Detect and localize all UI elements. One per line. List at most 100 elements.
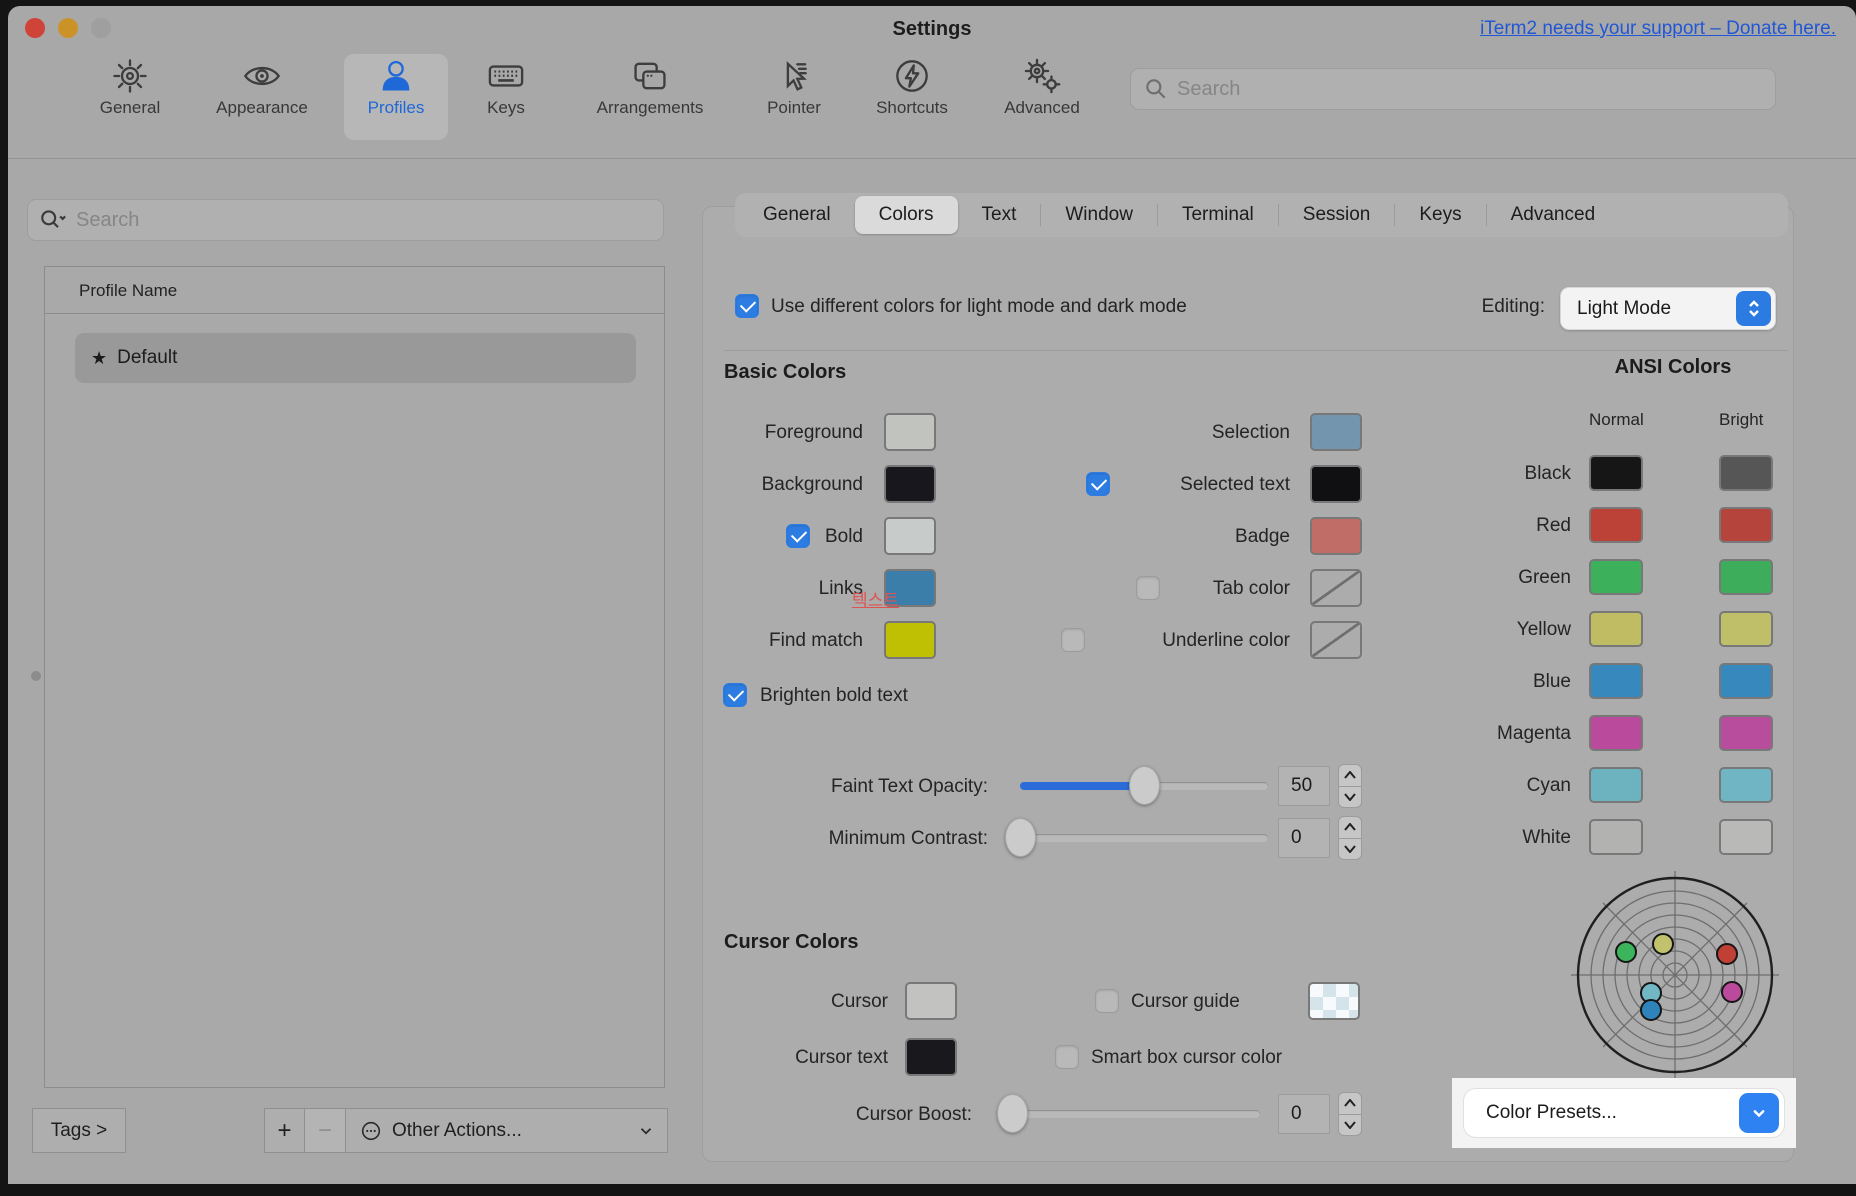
cursor-swatch[interactable] (905, 982, 957, 1020)
stepper-up-icon[interactable] (1338, 764, 1362, 787)
toolbar-item-profiles[interactable]: Profiles (346, 56, 446, 118)
slider-fill (1020, 782, 1144, 790)
tab-colors[interactable]: Colors (855, 196, 958, 234)
min-contrast-stepper[interactable] (1338, 816, 1362, 860)
settings-window: Settings iTerm2 needs your support – Don… (8, 6, 1856, 1184)
slider-knob[interactable] (997, 1094, 1028, 1133)
foreground-swatch[interactable] (884, 413, 936, 451)
toolbar-item-pointer[interactable]: Pointer (744, 56, 844, 118)
tab-color-swatch[interactable] (1310, 569, 1362, 607)
color-presets-dropdown[interactable]: Color Presets... (1463, 1088, 1785, 1138)
cursor-guide-checkbox[interactable] (1095, 989, 1119, 1013)
ansi-green-normal-swatch[interactable] (1589, 559, 1643, 595)
tab-color-checkbox[interactable] (1136, 576, 1160, 600)
ansi-yellow-bright-swatch[interactable] (1719, 611, 1773, 647)
toolbar-item-advanced[interactable]: Advanced (978, 56, 1106, 118)
toolbar-item-arrangements[interactable]: Arrangements (562, 56, 738, 118)
profile-actions-group: + − Other Actions... (264, 1108, 668, 1153)
tab-window[interactable]: Window (1041, 196, 1157, 234)
search-placeholder: Search (1177, 78, 1240, 101)
selection-swatch[interactable] (1310, 413, 1362, 451)
table-header-divider (45, 313, 664, 314)
tab-session[interactable]: Session (1279, 196, 1395, 234)
selected-text-checkbox[interactable] (1086, 472, 1110, 496)
toolbar-item-keys[interactable]: Keys (456, 56, 556, 118)
slider-track (1012, 1110, 1260, 1118)
toolbar-item-general[interactable]: General (80, 56, 180, 118)
color-wheel-dot[interactable] (1652, 933, 1674, 955)
cursor-text-swatch[interactable] (905, 1038, 957, 1076)
profile-row-default[interactable]: ★ Default (75, 333, 636, 383)
color-wheel-dot[interactable] (1716, 943, 1738, 965)
editing-label: Editing: (1445, 296, 1545, 318)
underline-color-swatch[interactable] (1310, 621, 1362, 659)
faint-opacity-value[interactable]: 50 (1278, 766, 1330, 806)
editing-mode-select[interactable]: Light Mode (1560, 287, 1776, 330)
ansi-white-normal-swatch[interactable] (1589, 819, 1643, 855)
toolbar-item-shortcuts[interactable]: Shortcuts (850, 56, 974, 118)
toolbar-search-input[interactable]: Search (1130, 68, 1776, 110)
ansi-cyan-normal-swatch[interactable] (1589, 767, 1643, 803)
faint-opacity-slider[interactable] (1020, 782, 1268, 790)
cursor-boost-value[interactable]: 0 (1278, 1094, 1330, 1134)
tab-advanced[interactable]: Advanced (1487, 196, 1620, 234)
slider-knob[interactable] (1005, 818, 1036, 857)
tags-button[interactable]: Tags > (32, 1108, 126, 1153)
profile-search-input[interactable]: Search (27, 199, 664, 241)
chevron-down-icon[interactable] (1739, 1093, 1779, 1133)
toolbar-item-appearance[interactable]: Appearance (184, 56, 340, 118)
ansi-black-normal-swatch[interactable] (1589, 455, 1643, 491)
min-contrast-slider[interactable] (1020, 834, 1268, 842)
bold-swatch[interactable] (884, 517, 936, 555)
ansi-magenta-normal-swatch[interactable] (1589, 715, 1643, 751)
ansi-blue-bright-swatch[interactable] (1719, 663, 1773, 699)
toolbar-item-label: Shortcuts (876, 98, 948, 118)
stepper-up-icon[interactable] (1338, 1092, 1362, 1115)
color-wheel-dot[interactable] (1721, 981, 1743, 1003)
ansi-cyan-bright-swatch[interactable] (1719, 767, 1773, 803)
tab-general[interactable]: General (739, 196, 855, 234)
brighten-bold-checkbox[interactable] (723, 683, 747, 707)
faint-opacity-stepper[interactable] (1338, 764, 1362, 808)
color-wheel[interactable] (1565, 865, 1785, 1085)
ansi-yellow-normal-swatch[interactable] (1589, 611, 1643, 647)
stepper-down-icon[interactable] (1338, 1115, 1362, 1137)
find-match-swatch[interactable] (884, 621, 936, 659)
other-actions-label: Other Actions... (392, 1120, 522, 1142)
selected-text-swatch[interactable] (1310, 465, 1362, 503)
profile-table: Profile Name ★ Default (44, 266, 665, 1088)
selected-text-label: Selected text (1120, 474, 1290, 496)
ansi-red-bright-swatch[interactable] (1719, 507, 1773, 543)
keyboard-icon (486, 56, 526, 96)
search-placeholder: Search (76, 209, 139, 232)
min-contrast-value[interactable]: 0 (1278, 818, 1330, 858)
smart-box-checkbox[interactable] (1055, 1045, 1079, 1069)
cursor-boost-slider[interactable] (1012, 1110, 1260, 1118)
ansi-black-bright-swatch[interactable] (1719, 455, 1773, 491)
tab-text[interactable]: Text (958, 196, 1041, 234)
other-actions-dropdown[interactable]: Other Actions... (346, 1108, 668, 1153)
add-profile-button[interactable]: + (264, 1108, 305, 1153)
stepper-down-icon[interactable] (1338, 839, 1362, 861)
ansi-red-normal-swatch[interactable] (1589, 507, 1643, 543)
ansi-white-bright-swatch[interactable] (1719, 819, 1773, 855)
stepper-down-icon[interactable] (1338, 787, 1362, 809)
slider-knob[interactable] (1129, 766, 1160, 805)
light-dark-mode-checkbox[interactable] (735, 294, 759, 318)
underline-color-checkbox[interactable] (1061, 628, 1085, 652)
ansi-green-bright-swatch[interactable] (1719, 559, 1773, 595)
ansi-magenta-bright-swatch[interactable] (1719, 715, 1773, 751)
stepper-up-icon[interactable] (1338, 816, 1362, 839)
background-swatch[interactable] (884, 465, 936, 503)
ansi-blue-normal-swatch[interactable] (1589, 663, 1643, 699)
tab-keys[interactable]: Keys (1395, 196, 1485, 234)
badge-swatch[interactable] (1310, 517, 1362, 555)
donate-link[interactable]: iTerm2 needs your support – Donate here. (1480, 18, 1836, 40)
cursor-boost-stepper[interactable] (1338, 1092, 1362, 1136)
min-contrast-label: Minimum Contrast: (708, 828, 988, 850)
color-wheel-dot[interactable] (1640, 999, 1662, 1021)
remove-profile-button[interactable]: − (305, 1108, 346, 1153)
color-wheel-dot[interactable] (1615, 941, 1637, 963)
cursor-guide-swatch[interactable] (1308, 982, 1360, 1020)
tab-terminal[interactable]: Terminal (1158, 196, 1278, 234)
